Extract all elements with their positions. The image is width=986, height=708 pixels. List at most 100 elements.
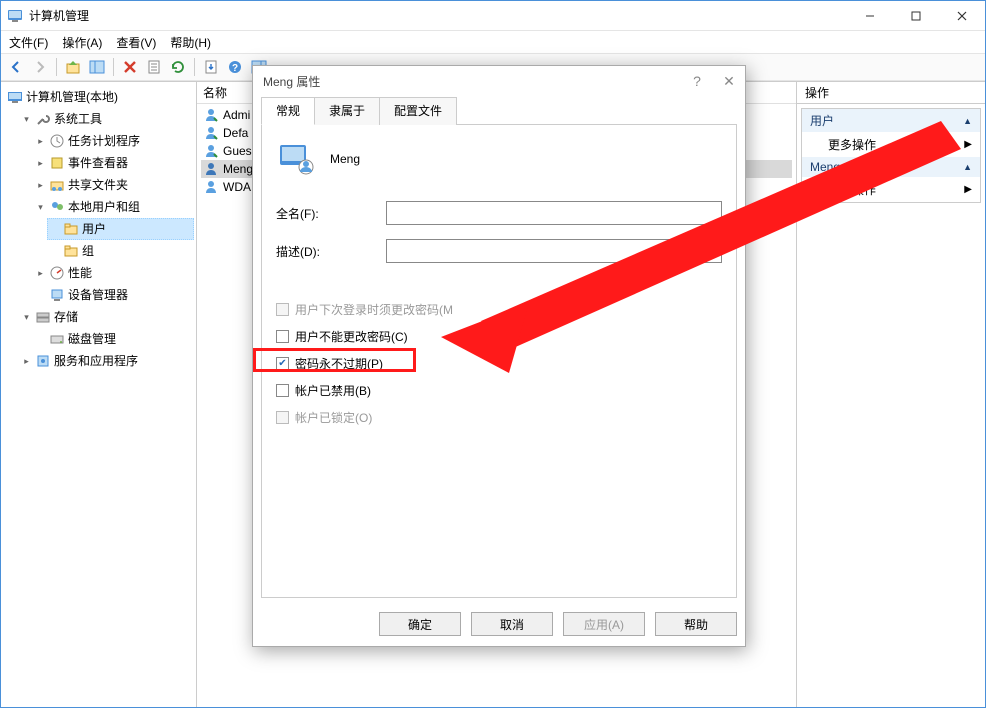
tree-services-apps[interactable]: ▸ 服务和应用程序 <box>19 350 194 372</box>
user-icon <box>203 179 219 195</box>
list-item-label: Gues <box>223 142 252 160</box>
svg-text:?: ? <box>232 63 238 74</box>
disk-icon <box>49 331 65 347</box>
tree-users[interactable]: 用户 <box>47 218 194 240</box>
tab-general[interactable]: 常规 <box>261 97 315 125</box>
list-item-label: Admi <box>223 106 250 124</box>
menu-view[interactable]: 查看(V) <box>116 34 156 51</box>
action-item-label: 更多操作 <box>828 136 876 153</box>
minimize-button[interactable] <box>847 1 893 31</box>
tree-event-viewer[interactable]: ▸事件查看器 <box>33 152 194 174</box>
checkbox-label: 密码永不过期(P) <box>295 355 383 372</box>
help-button[interactable]: ? <box>224 56 246 78</box>
collapse-icon: ▲ <box>963 116 972 126</box>
dialog-title: Meng 属性 <box>263 73 320 90</box>
titlebar: 计算机管理 <box>1 1 985 31</box>
event-icon <box>49 155 65 171</box>
tree-label: 服务和应用程序 <box>54 351 138 371</box>
tree-task-scheduler[interactable]: ▸任务计划程序 <box>33 130 194 152</box>
dialog-help-button[interactable]: ? <box>681 66 713 96</box>
back-button[interactable] <box>5 56 27 78</box>
export-list-button[interactable] <box>200 56 222 78</box>
dialog-buttons: 确定 取消 应用(A) 帮助 <box>261 612 737 636</box>
tree-shared-folders[interactable]: ▸共享文件夹 <box>33 174 194 196</box>
computer-icon <box>7 89 23 105</box>
dialog-titlebar: Meng 属性 ? ✕ <box>253 66 745 96</box>
cancel-button[interactable]: 取消 <box>471 612 553 636</box>
checkbox-icon[interactable] <box>276 357 289 370</box>
menu-file[interactable]: 文件(F) <box>9 34 48 51</box>
tree-label: 设备管理器 <box>68 285 128 305</box>
tree-storage[interactable]: ▾存储 <box>19 306 194 328</box>
tree-pane[interactable]: 计算机管理(本地) ▾ 系统工具 ▸任务计划程序 ▸事件查看器 <box>1 82 197 707</box>
expand-icon[interactable]: ▾ <box>21 114 32 125</box>
expand-icon[interactable]: ▸ <box>35 136 46 147</box>
tab-memberof[interactable]: 隶属于 <box>314 97 380 125</box>
action-pane: 操作 用户 ▲ 更多操作 ▶ Meng ▲ 更多操作 ▶ <box>797 82 985 707</box>
expand-icon[interactable]: ▾ <box>35 202 46 213</box>
menu-help[interactable]: 帮助(H) <box>170 34 211 51</box>
apply-button[interactable]: 应用(A) <box>563 612 645 636</box>
properties-button[interactable] <box>143 56 165 78</box>
main-window: 计算机管理 文件(F) 操作(A) 查看(V) 帮助(H) ? <box>0 0 986 708</box>
description-input[interactable] <box>386 239 722 263</box>
action-section-label: 用户 <box>810 112 834 129</box>
checkbox-label: 帐户已禁用(B) <box>295 382 371 399</box>
user-icon <box>203 143 219 159</box>
properties-dialog: Meng 属性 ? ✕ 常规 隶属于 配置文件 Meng 全名(F): 描述(D… <box>252 65 746 647</box>
dialog-close-button[interactable]: ✕ <box>713 66 745 96</box>
tree-disk-management[interactable]: 磁盘管理 <box>33 328 194 350</box>
checkbox-icon <box>276 411 289 424</box>
close-button[interactable] <box>939 1 985 31</box>
checkbox-icon[interactable] <box>276 330 289 343</box>
action-more-meng[interactable]: 更多操作 ▶ <box>802 177 980 202</box>
show-hide-tree-button[interactable] <box>86 56 108 78</box>
help-button[interactable]: 帮助 <box>655 612 737 636</box>
tree-label: 磁盘管理 <box>68 329 116 349</box>
user-icon <box>203 125 219 141</box>
tab-profile[interactable]: 配置文件 <box>379 97 457 125</box>
collapse-icon: ▲ <box>963 162 972 172</box>
checkbox-icon[interactable] <box>276 384 289 397</box>
delete-button[interactable] <box>119 56 141 78</box>
chk-account-disabled[interactable]: 帐户已禁用(B) <box>276 382 722 399</box>
tree-local-users-groups[interactable]: ▾本地用户和组 <box>33 196 194 218</box>
tree-label: 性能 <box>68 263 92 283</box>
tree-label: 用户 <box>82 219 106 239</box>
expand-icon[interactable]: ▾ <box>21 312 32 323</box>
chk-password-never-expires[interactable]: 密码永不过期(P) <box>276 355 722 372</box>
fullname-input[interactable] <box>386 201 722 225</box>
expand-icon[interactable]: ▸ <box>35 268 46 279</box>
fullname-row: 全名(F): <box>276 201 722 225</box>
user-icon <box>203 161 219 177</box>
tree-root[interactable]: 计算机管理(本地) <box>5 86 194 108</box>
expand-icon[interactable]: ▸ <box>21 356 32 367</box>
chk-account-locked: 帐户已锁定(O) <box>276 409 722 426</box>
action-section-users[interactable]: 用户 ▲ <box>802 109 980 132</box>
checkbox-label: 用户不能更改密码(C) <box>295 328 408 345</box>
expand-icon[interactable]: ▸ <box>35 180 46 191</box>
forward-button[interactable] <box>29 56 51 78</box>
ok-button[interactable]: 确定 <box>379 612 461 636</box>
menu-action[interactable]: 操作(A) <box>62 34 102 51</box>
tree-performance[interactable]: ▸ 性能 <box>33 262 194 284</box>
up-button[interactable] <box>62 56 84 78</box>
tree-system-tools[interactable]: ▾ 系统工具 <box>19 108 194 130</box>
chk-cannot-change-password[interactable]: 用户不能更改密码(C) <box>276 328 722 345</box>
checkbox-label: 帐户已锁定(O) <box>295 409 372 426</box>
refresh-button[interactable] <box>167 56 189 78</box>
window-title: 计算机管理 <box>29 7 89 24</box>
chk-must-change-password: 用户下次登录时须更改密码(M <box>276 301 722 318</box>
action-section-label: Meng <box>810 160 840 174</box>
action-more-users[interactable]: 更多操作 ▶ <box>802 132 980 157</box>
user-large-icon <box>276 139 316 179</box>
storage-icon <box>35 309 51 325</box>
tree-groups[interactable]: 组 <box>47 240 194 262</box>
checkbox-label: 用户下次登录时须更改密码(M <box>295 301 453 318</box>
app-icon <box>7 8 23 24</box>
expand-icon[interactable]: ▸ <box>35 158 46 169</box>
maximize-button[interactable] <box>893 1 939 31</box>
action-section-meng[interactable]: Meng ▲ <box>802 157 980 177</box>
tree-device-manager[interactable]: 设备管理器 <box>33 284 194 306</box>
user-icon <box>203 107 219 123</box>
